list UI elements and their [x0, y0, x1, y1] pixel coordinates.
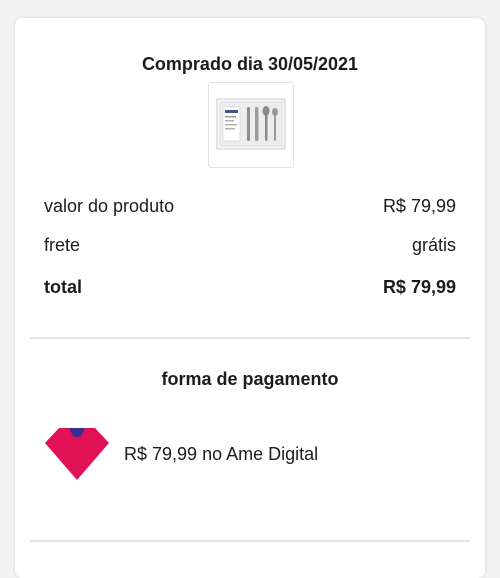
shipping-row: frete grátis	[44, 233, 456, 257]
total-row: total R$ 79,99	[44, 275, 456, 299]
product-value-label: valor do produto	[44, 195, 175, 216]
order-summary-card: Comprado dia 30/05/2021 valor do produto	[15, 18, 485, 578]
total-amount: R$ 79,99	[382, 276, 456, 297]
cutlery-set-box-icon	[216, 98, 286, 150]
payment-amount: R$ 79,99	[124, 443, 198, 464]
product-value-row: valor do produto R$ 79,99	[44, 194, 456, 218]
shipping-value: grátis	[411, 234, 456, 255]
product-value-amount: R$ 79,99	[382, 195, 456, 216]
purchase-date-title: Comprado dia 30/05/2021	[141, 54, 359, 74]
payment-method-row: R$ 79,99 no Ame Digital	[45, 428, 318, 480]
bottom-divider	[30, 540, 470, 542]
payment-description: R$ 79,99 no Ame Digital	[124, 444, 318, 465]
ame-digital-logo-icon	[45, 428, 109, 480]
payment-method: no Ame Digital	[202, 443, 319, 464]
product-thumbnail[interactable]	[208, 82, 294, 168]
total-label: total	[44, 276, 82, 297]
shipping-label: frete	[44, 234, 81, 255]
payment-section-title: forma de pagamento	[161, 369, 339, 389]
section-divider	[30, 337, 470, 339]
